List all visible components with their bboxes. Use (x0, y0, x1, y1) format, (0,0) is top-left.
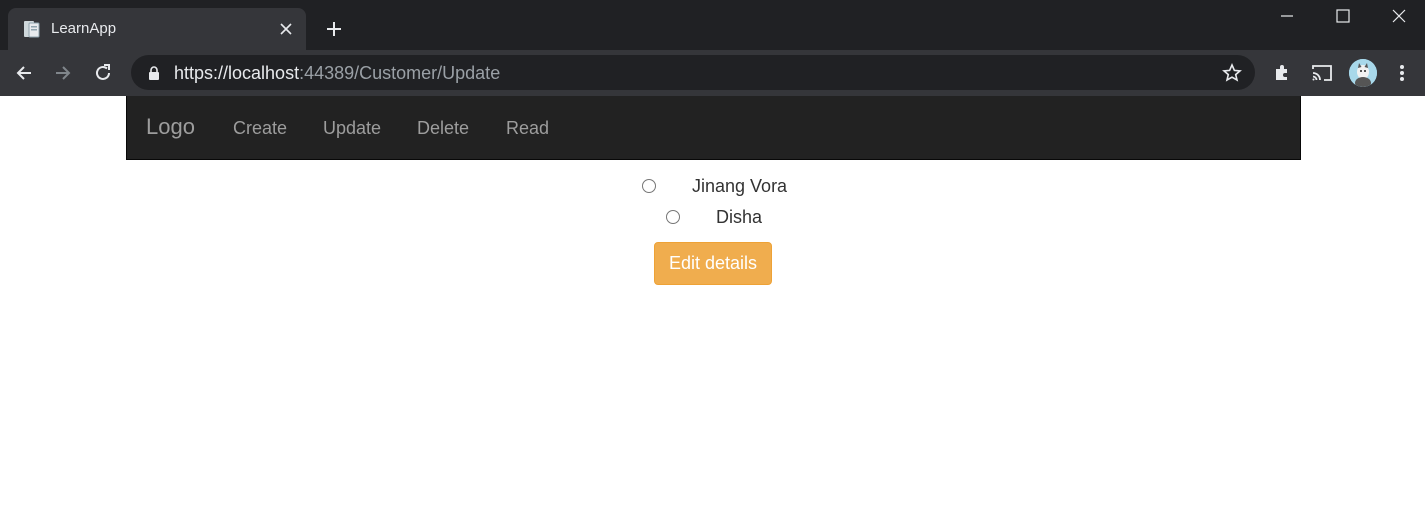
browser-toolbar: https://localhost:44389/Customer/Update (0, 50, 1425, 96)
nav-link-update[interactable]: Update (323, 118, 381, 139)
nav-link-read[interactable]: Read (506, 118, 549, 139)
customer-option: Jinang Vora (642, 174, 787, 198)
profile-avatar[interactable] (1349, 59, 1377, 87)
lock-icon[interactable] (147, 65, 161, 81)
browser-tab[interactable]: LearnApp (8, 8, 306, 50)
edit-details-button[interactable]: Edit details (654, 242, 772, 285)
cast-icon[interactable] (1308, 59, 1336, 87)
url-text[interactable]: https://localhost:44389/Customer/Update (174, 63, 500, 84)
nav-link-create[interactable]: Create (233, 118, 287, 139)
back-arrow-icon[interactable] (10, 59, 38, 87)
maximize-icon[interactable] (1315, 0, 1371, 32)
customer-radio-disha[interactable] (666, 210, 680, 224)
reload-icon[interactable] (89, 59, 117, 87)
navbar-brand-link[interactable]: Logo (146, 114, 195, 140)
page-content: Logo Create Update Delete Read Jinang Vo… (0, 96, 1425, 513)
address-bar[interactable]: https://localhost:44389/Customer/Update (131, 55, 1255, 90)
close-icon[interactable] (276, 19, 296, 39)
tab-strip: LearnApp (0, 0, 1425, 50)
site-navbar: Logo Create Update Delete Read (126, 96, 1301, 160)
plus-icon[interactable] (321, 16, 347, 42)
customer-option: Disha (666, 205, 762, 229)
customer-label[interactable]: Disha (716, 207, 762, 228)
star-icon[interactable] (1220, 61, 1244, 85)
minimize-icon[interactable] (1259, 0, 1315, 32)
forward-arrow-icon[interactable] (49, 59, 77, 87)
window-close-icon[interactable] (1371, 0, 1425, 32)
customer-radio-jinang-vora[interactable] (642, 179, 656, 193)
tab-title: LearnApp (51, 20, 117, 37)
customer-label[interactable]: Jinang Vora (692, 176, 787, 197)
menu-kebab-icon[interactable] (1388, 59, 1416, 87)
extensions-icon[interactable] (1268, 59, 1296, 87)
nav-link-delete[interactable]: Delete (417, 118, 469, 139)
favicon-icon (22, 19, 42, 39)
